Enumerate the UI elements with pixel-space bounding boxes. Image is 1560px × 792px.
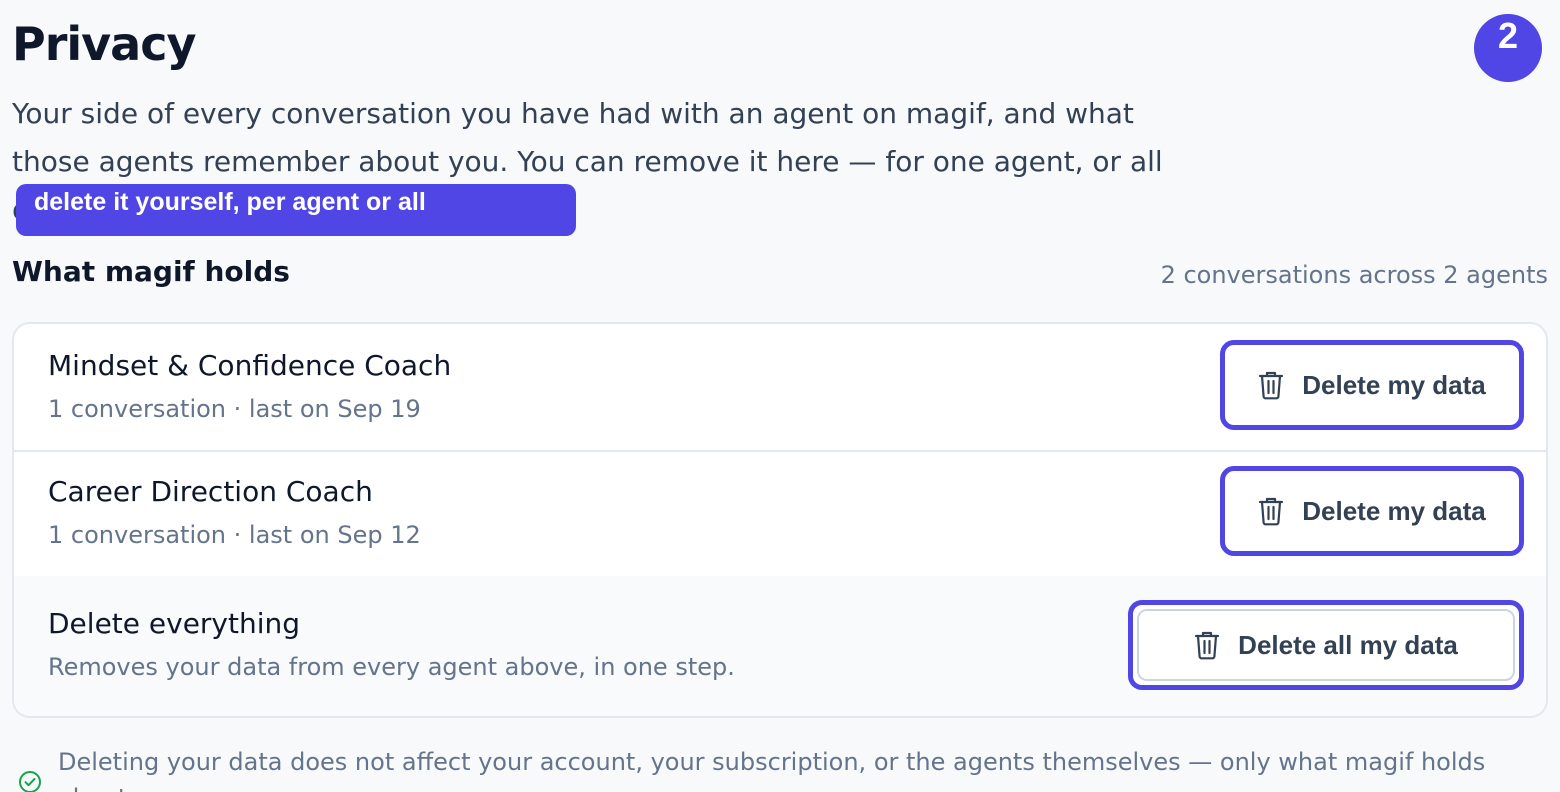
- reassurance-text: Deleting your data does not affect your …: [58, 748, 1486, 792]
- button-label: Delete my data: [1302, 369, 1486, 400]
- section-title: What magif holds: [12, 255, 290, 288]
- agent-row: Mindset & Confidence Coach 1 conversatio…: [14, 324, 1546, 452]
- agent-meta: 1 conversation · last on Sep 19: [48, 395, 421, 423]
- privacy-page: Privacy 2 Your side of every conversatio…: [0, 0, 1560, 792]
- delete-everything-description: Removes your data from every agent above…: [48, 653, 735, 681]
- button-label: Delete my data: [1302, 495, 1486, 526]
- annotation-callout: delete it yourself, per agent or all: [16, 184, 576, 236]
- reassurance-note: Deleting your data does not affect your …: [18, 744, 1560, 792]
- delete-all-highlight: Delete all my data: [1128, 600, 1524, 690]
- delete-agent-data-button[interactable]: Delete my data: [1220, 466, 1524, 556]
- check-circle-icon: [18, 768, 42, 792]
- agent-meta: 1 conversation · last on Sep 12: [48, 521, 421, 549]
- delete-agent-data-button[interactable]: Delete my data: [1220, 340, 1524, 430]
- trash-icon: [1258, 496, 1284, 526]
- holdings-summary: 2 conversations across 2 agents: [1160, 261, 1548, 289]
- step-badge: 2: [1474, 14, 1542, 82]
- agent-name: Career Direction Coach: [48, 475, 373, 508]
- button-label: Delete all my data: [1238, 629, 1458, 660]
- delete-everything-title: Delete everything: [48, 607, 301, 640]
- page-title: Privacy: [12, 17, 196, 71]
- agent-name: Mindset & Confidence Coach: [48, 349, 452, 382]
- trash-icon: [1194, 630, 1220, 660]
- trash-icon: [1258, 370, 1284, 400]
- agent-row: Career Direction Coach 1 conversation · …: [14, 450, 1546, 578]
- delete-everything-row: Delete everything Removes your data from…: [14, 576, 1546, 716]
- holdings-card: Mindset & Confidence Coach 1 conversatio…: [12, 322, 1548, 718]
- delete-all-data-button[interactable]: Delete all my data: [1137, 609, 1515, 681]
